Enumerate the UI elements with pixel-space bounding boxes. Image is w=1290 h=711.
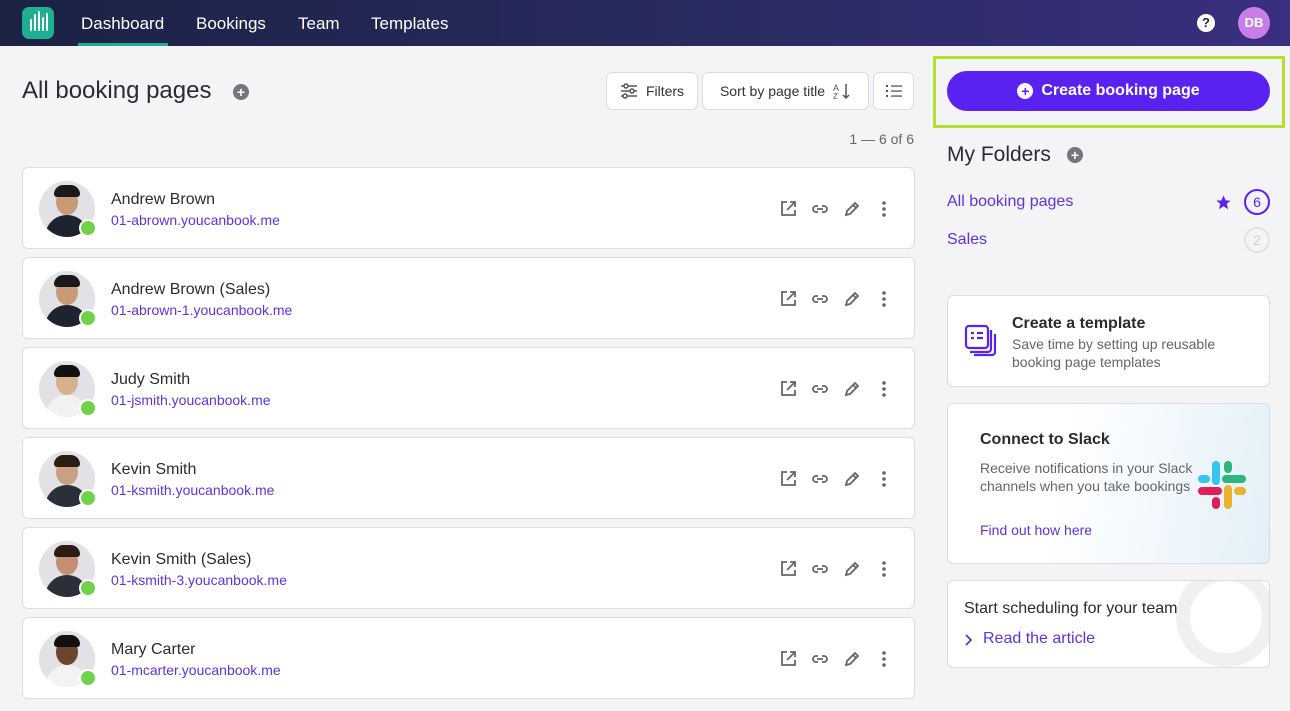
- team-scheduling-card: Start scheduling for your team Read the …: [947, 580, 1270, 668]
- booking-page-url[interactable]: 01-jsmith.youcanbook.me: [111, 392, 271, 408]
- folders-title: My Folders: [947, 143, 1051, 166]
- booking-page-url[interactable]: 01-abrown-1.youcanbook.me: [111, 302, 292, 318]
- create-booking-page-button[interactable]: + Create booking page: [947, 71, 1270, 111]
- edit-pencil-icon[interactable]: [842, 469, 862, 489]
- open-external-icon[interactable]: [778, 289, 798, 309]
- edit-pencil-icon[interactable]: [842, 649, 862, 669]
- help-icon[interactable]: ?: [1197, 14, 1215, 32]
- booking-page-url[interactable]: 01-ksmith.youcanbook.me: [111, 482, 274, 498]
- online-status-dot: [79, 579, 97, 597]
- booking-page-name[interactable]: Andrew Brown: [111, 191, 215, 209]
- booking-page-name[interactable]: Andrew Brown (Sales): [111, 281, 270, 299]
- user-avatar[interactable]: DB: [1238, 7, 1270, 39]
- more-options-icon[interactable]: [874, 199, 894, 219]
- folder-count-sales: 2: [1244, 227, 1270, 253]
- edit-pencil-icon[interactable]: [842, 289, 862, 309]
- booking-page-row[interactable]: Andrew Brown (Sales) 01-abrown-1.youcanbo…: [22, 257, 915, 339]
- list-view-button[interactable]: [873, 72, 914, 110]
- booking-page-name[interactable]: Mary Carter: [111, 641, 195, 659]
- booking-page-row[interactable]: Mary Carter 01-mcarter.youcanbook.me: [22, 617, 915, 699]
- online-status-dot: [79, 669, 97, 687]
- slack-logo-icon: [1198, 461, 1246, 509]
- online-status-dot: [79, 309, 97, 327]
- sort-label: Sort by page title: [719, 83, 826, 99]
- copy-link-icon[interactable]: [810, 559, 830, 579]
- copy-link-icon[interactable]: [810, 199, 830, 219]
- slack-card: Connect to Slack Receive notifications i…: [947, 403, 1270, 564]
- nav-dashboard[interactable]: Dashboard: [81, 14, 164, 34]
- filters-icon: [620, 83, 637, 99]
- star-icon[interactable]: [1215, 194, 1232, 211]
- add-booking-page-icon[interactable]: +: [233, 84, 249, 100]
- copy-link-icon[interactable]: [810, 649, 830, 669]
- booking-page-name[interactable]: Kevin Smith (Sales): [111, 551, 252, 569]
- booking-page-row[interactable]: Andrew Brown 01-abrown.youcanbook.me: [22, 167, 915, 249]
- booking-page-name[interactable]: Kevin Smith: [111, 461, 196, 479]
- open-external-icon[interactable]: [778, 199, 798, 219]
- more-options-icon[interactable]: [874, 379, 894, 399]
- template-card-desc: Save time by setting up reusable booking…: [1012, 336, 1216, 370]
- nav-templates[interactable]: Templates: [371, 14, 448, 34]
- copy-link-icon[interactable]: [810, 379, 830, 399]
- booking-page-row[interactable]: Kevin Smith (Sales) 01-ksmith-3.youcanboo…: [22, 527, 915, 609]
- active-tab-indicator: [78, 43, 168, 46]
- more-options-icon[interactable]: [874, 649, 894, 669]
- nav-team[interactable]: Team: [298, 14, 340, 34]
- open-external-icon[interactable]: [778, 649, 798, 669]
- copy-link-icon[interactable]: [810, 289, 830, 309]
- nav-bookings[interactable]: Bookings: [196, 14, 266, 34]
- slack-find-out-link[interactable]: Find out how here: [980, 522, 1092, 538]
- folder-all-booking-pages[interactable]: All booking pages: [947, 193, 1073, 211]
- edit-pencil-icon[interactable]: [842, 379, 862, 399]
- online-status-dot: [79, 219, 97, 237]
- create-booking-page-label: Create booking page: [1041, 82, 1200, 99]
- more-options-icon[interactable]: [874, 559, 894, 579]
- slack-card-desc: Receive notifications in your Slack chan…: [980, 460, 1193, 494]
- read-article-link[interactable]: Read the article: [983, 630, 1095, 648]
- create-template-card[interactable]: Create a template Save time by setting u…: [947, 295, 1270, 387]
- top-nav: Dashboard Bookings Team Templates ? DB: [0, 0, 1290, 46]
- app-logo[interactable]: [22, 7, 54, 39]
- templates-icon: [964, 324, 997, 357]
- page-title: All booking pages: [22, 77, 212, 104]
- plus-icon: +: [1017, 83, 1034, 99]
- booking-page-url[interactable]: 01-mcarter.youcanbook.me: [111, 662, 281, 678]
- chevron-right-icon: [965, 634, 973, 646]
- sort-az-icon: A Z: [833, 83, 850, 100]
- copy-link-icon[interactable]: [810, 469, 830, 489]
- online-status-dot: [79, 399, 97, 417]
- results-count: 1 — 6 of 6: [849, 131, 914, 147]
- open-external-icon[interactable]: [778, 559, 798, 579]
- more-options-icon[interactable]: [874, 289, 894, 309]
- add-folder-icon[interactable]: +: [1067, 147, 1083, 163]
- booking-page-url[interactable]: 01-ksmith-3.youcanbook.me: [111, 572, 287, 588]
- booking-page-row[interactable]: Judy Smith 01-jsmith.youcanbook.me: [22, 347, 915, 429]
- folder-sales[interactable]: Sales: [947, 231, 987, 249]
- open-external-icon[interactable]: [778, 379, 798, 399]
- template-card-title: Create a template: [1012, 315, 1146, 332]
- booking-page-name[interactable]: Judy Smith: [111, 371, 190, 389]
- online-status-dot: [79, 489, 97, 507]
- edit-pencil-icon[interactable]: [842, 559, 862, 579]
- filters-button[interactable]: Filters: [606, 72, 698, 110]
- booking-page-row[interactable]: Kevin Smith 01-ksmith.youcanbook.me: [22, 437, 915, 519]
- filters-label: Filters: [645, 83, 685, 99]
- slack-card-title: Connect to Slack: [980, 431, 1110, 448]
- folder-count-all: 6: [1244, 189, 1270, 215]
- question-watermark-icon: [1176, 581, 1269, 667]
- open-external-icon[interactable]: [778, 469, 798, 489]
- team-card-title: Start scheduling for your team: [964, 600, 1178, 617]
- list-icon: [885, 85, 902, 97]
- edit-pencil-icon[interactable]: [842, 199, 862, 219]
- booking-page-url[interactable]: 01-abrown.youcanbook.me: [111, 212, 280, 228]
- svg-text:Z: Z: [833, 92, 838, 100]
- sort-dropdown[interactable]: Sort by page title A Z: [702, 72, 869, 110]
- more-options-icon[interactable]: [874, 469, 894, 489]
